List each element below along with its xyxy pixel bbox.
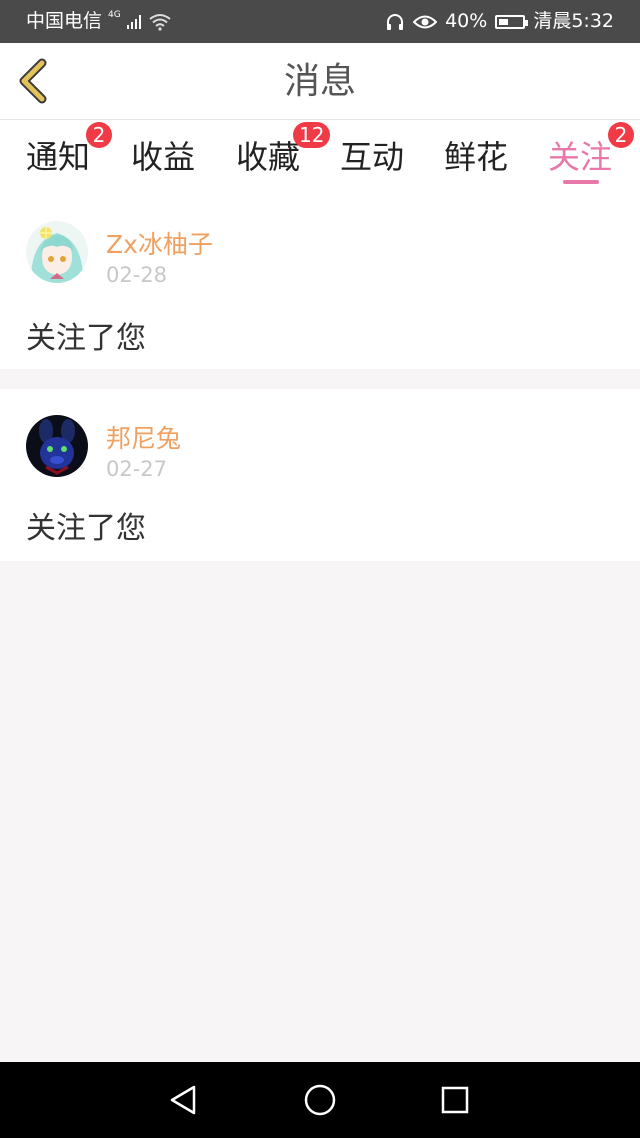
tab-label: 收藏 — [236, 138, 301, 176]
clock: 清晨5:32 — [533, 10, 614, 32]
avatar[interactable] — [26, 415, 88, 477]
signal-icon — [126, 14, 141, 29]
status-bar: 中国电信 4G 40% 清晨5:32 — [0, 0, 640, 43]
home-circle-icon — [304, 1084, 336, 1116]
back-nav-button[interactable] — [164, 1082, 200, 1118]
tab-interactions[interactable]: 互动 — [340, 132, 404, 192]
recents-square-icon — [441, 1086, 469, 1114]
message-text: 关注了您 — [26, 321, 146, 356]
tab-badge: 12 — [293, 122, 331, 148]
tab-badge: 2 — [608, 122, 634, 148]
tab-label: 通知 — [26, 138, 91, 176]
tab-badge: 2 — [86, 122, 112, 148]
eye-icon — [413, 15, 438, 28]
list-item[interactable]: Zx冰柚子 02-28 关注了您 — [0, 197, 640, 369]
dark-bunny-avatar — [26, 415, 88, 477]
avatar[interactable] — [26, 221, 88, 283]
tab-label: 关注 — [548, 138, 613, 176]
tab-following[interactable]: 关注 2 — [548, 122, 634, 192]
timestamp: 02-27 — [106, 457, 168, 481]
battery-percent: 40% — [445, 10, 488, 32]
anime-girl-avatar — [26, 221, 88, 283]
username-link[interactable]: Zx冰柚子 — [106, 225, 213, 261]
tab-earnings[interactable]: 收益 — [131, 132, 195, 192]
tab-flowers[interactable]: 鲜花 — [444, 132, 508, 192]
tab-label: 互动 — [340, 138, 405, 176]
recents-nav-button[interactable] — [437, 1082, 473, 1118]
headphones-icon — [387, 13, 404, 30]
list-item[interactable]: 邦尼兔 02-27 关注了您 — [0, 389, 640, 561]
system-nav-bar — [0, 1062, 640, 1138]
username-link[interactable]: 邦尼兔 — [106, 419, 181, 455]
home-nav-button[interactable] — [302, 1082, 338, 1118]
tab-favorites[interactable]: 收藏 12 — [236, 122, 331, 192]
timestamp: 02-28 — [106, 263, 168, 287]
back-triangle-icon — [170, 1085, 196, 1115]
tab-label: 鲜花 — [444, 138, 509, 176]
wifi-icon — [149, 13, 171, 31]
message-list: Zx冰柚子 02-28 关注了您 邦尼兔 02-27 关注了您 — [0, 197, 640, 581]
header-bar: 消息 — [0, 43, 640, 120]
page-title: 消息 — [283, 61, 356, 102]
message-text: 关注了您 — [26, 511, 146, 546]
active-tab-indicator — [563, 180, 599, 184]
tab-bar: 通知 2 收益 收藏 12 互动 鲜花 关注 2 — [0, 120, 640, 197]
network-type: 4G — [108, 9, 121, 20]
carrier-label: 中国电信 — [26, 10, 103, 32]
battery-icon — [495, 14, 529, 29]
tab-notifications[interactable]: 通知 2 — [26, 122, 112, 192]
tab-label: 收益 — [131, 138, 196, 176]
